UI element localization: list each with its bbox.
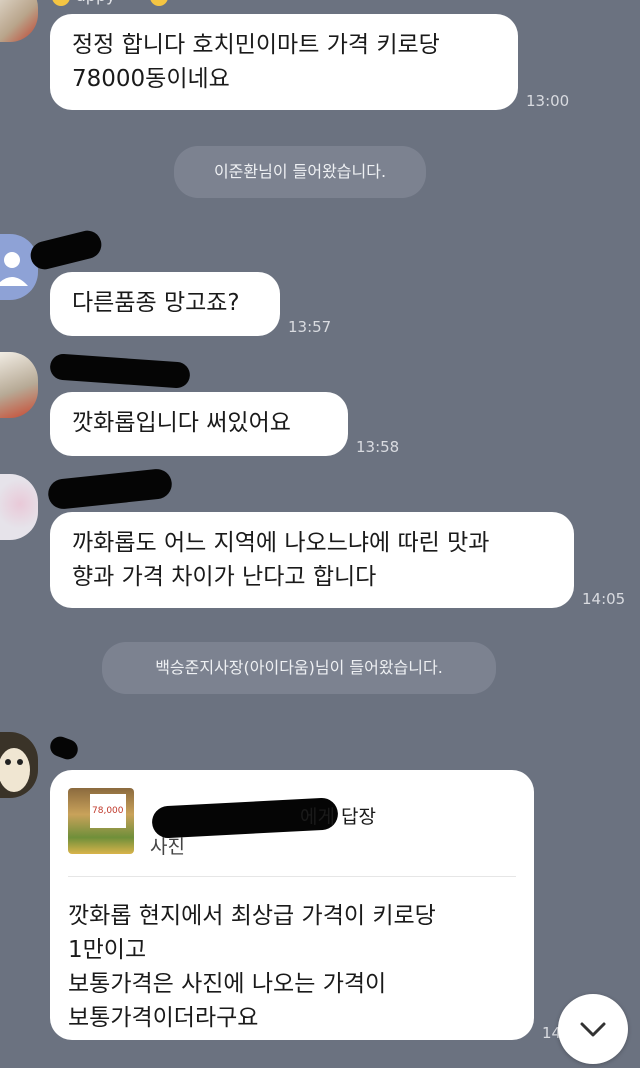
system-message: 이준환님이 들어왔습니다. bbox=[174, 146, 426, 198]
avatar[interactable] bbox=[0, 352, 38, 418]
emoji-icon bbox=[52, 0, 70, 6]
reply-message-bubble[interactable]: 78,000 에게 답장 사진 깟화롭 현지에서 최상급 가격이 키로당 1만이… bbox=[50, 770, 534, 1040]
message-text: 향과 가격 차이가 난다고 합니다 bbox=[72, 564, 377, 590]
system-message: 백승준지사장(아이다움)님이 들어왔습니다. bbox=[102, 642, 496, 694]
message-text: 까화롭도 어느 지역에 나오느냐에 따린 맛과 bbox=[72, 530, 490, 556]
message-text: 보통가격이더라구요 bbox=[68, 1005, 259, 1031]
message-text: 정정 합니다 호치민이마트 가격 키로당 bbox=[72, 32, 440, 58]
message-text: 깟화롭 현지에서 최상급 가격이 키로당 bbox=[68, 903, 436, 929]
sender-name-partial: appy bbox=[76, 0, 116, 5]
message-bubble[interactable]: 깟화롭입니다 써있어요 bbox=[50, 392, 348, 456]
redacted-sender-name bbox=[47, 733, 81, 763]
message-text: 다른품종 망고죠? bbox=[72, 290, 240, 316]
message-bubble[interactable]: 다른품종 망고죠? bbox=[50, 272, 280, 336]
avatar[interactable] bbox=[0, 732, 38, 798]
avatar[interactable] bbox=[0, 474, 38, 540]
message-text: 78000동이네요 bbox=[72, 66, 230, 92]
redacted-sender-name bbox=[49, 353, 191, 389]
thumbnail-price-tag: 78,000 bbox=[90, 794, 126, 828]
quoted-text: 사진 bbox=[150, 836, 185, 858]
message-text: 보통가격은 사진에 나오는 가격이 bbox=[68, 971, 387, 997]
quoted-photo-thumbnail[interactable]: 78,000 bbox=[68, 788, 134, 854]
message-bubble[interactable]: 까화롭도 어느 지역에 나오느냐에 따린 맛과 향과 가격 차이가 난다고 합니… bbox=[50, 512, 574, 608]
chevron-down-icon bbox=[580, 1022, 606, 1037]
message-text: 1만이고 bbox=[68, 937, 147, 963]
avatar[interactable] bbox=[0, 234, 38, 300]
message-time: 14:05 bbox=[582, 590, 626, 608]
redacted-sender-name bbox=[27, 227, 105, 273]
message-time: 13:57 bbox=[288, 318, 332, 336]
message-text: 깟화롭입니다 써있어요 bbox=[72, 410, 291, 436]
reply-target-label: 에게 답장 bbox=[300, 806, 376, 828]
message-time: 13:00 bbox=[526, 92, 570, 110]
reply-body: 깟화롭 현지에서 최상급 가격이 키로당 1만이고 보통가격은 사진에 나오는 … bbox=[68, 877, 516, 1035]
owl-icon bbox=[0, 748, 30, 792]
scroll-to-bottom-button[interactable] bbox=[558, 994, 628, 1064]
redacted-sender-name bbox=[46, 467, 174, 511]
reply-quote[interactable]: 78,000 에게 답장 사진 bbox=[68, 788, 516, 877]
message-bubble[interactable]: 정정 합니다 호치민이마트 가격 키로당 78000동이네요 bbox=[50, 14, 518, 110]
emoji-icon bbox=[150, 0, 168, 6]
user-silhouette-icon bbox=[0, 252, 28, 286]
avatar[interactable] bbox=[0, 0, 38, 42]
message-time: 13:58 bbox=[356, 438, 400, 456]
